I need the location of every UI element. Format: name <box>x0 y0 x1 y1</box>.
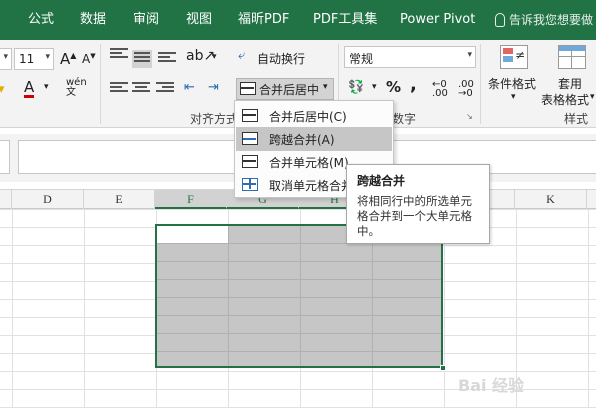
selected-range[interactable] <box>155 224 443 368</box>
format-as-table-label-2[interactable]: 表格格式 <box>541 91 589 108</box>
cell-divider <box>157 279 441 280</box>
fill-color-icon[interactable]: ▾ <box>0 82 5 97</box>
chevron-down-icon[interactable]: ▾ <box>372 82 377 92</box>
chevron-down-icon[interactable]: ▾ <box>590 92 595 102</box>
alignment-group-label: 对齐方式 <box>190 112 239 126</box>
cell-divider <box>157 261 441 262</box>
chevron-down-icon: ▾ <box>45 52 50 62</box>
styles-group-label: 样式 <box>564 112 589 126</box>
chevron-down-icon: ▾ <box>3 52 8 62</box>
chevron-down-icon: ▾ <box>467 50 472 60</box>
cell-divider <box>157 351 441 352</box>
format-as-table-icon <box>558 45 586 69</box>
font-size-combo[interactable]: 11 ▾ <box>14 48 54 70</box>
decrease-indent-icon[interactable]: ⇤ <box>184 80 195 95</box>
merge-center-icon <box>242 109 258 122</box>
cell-divider <box>157 333 441 334</box>
cell-divider <box>372 226 373 366</box>
align-middle-icon[interactable] <box>132 50 152 68</box>
increase-decimal-icon[interactable]: ←0.00 <box>432 80 448 99</box>
cell-divider <box>300 226 301 366</box>
merge-center-button[interactable]: 合并后居中 ▾ <box>236 78 334 100</box>
merge-across-tooltip: 跨越合并 将相同行中的所选单元格合并到一个大单元格中。 <box>346 164 490 244</box>
chevron-down-icon: ▾ <box>323 82 328 92</box>
percent-style-button[interactable]: % <box>386 78 401 96</box>
conditional-format-icon: ≠ <box>500 45 528 69</box>
ribbon-tab-bar: 公式 数据 审阅 视图 福昕PDF PDF工具集 Power Pivot 告诉我… <box>0 0 596 40</box>
tell-me-text: 告诉我您想要做 <box>509 13 594 27</box>
cell-divider <box>157 315 441 316</box>
tab-data[interactable]: 数据 <box>80 0 106 40</box>
column-header-k[interactable]: K <box>515 190 587 209</box>
align-top-icon[interactable] <box>110 48 128 62</box>
number-group-label: 数字 <box>392 112 417 126</box>
decrease-decimal-icon[interactable]: .00 →0 <box>458 80 474 99</box>
wrap-text-icon: ⤶ <box>238 48 246 63</box>
align-center-icon[interactable] <box>132 82 150 96</box>
lightbulb-icon <box>495 13 505 27</box>
font-name-combo[interactable]: ▾ <box>0 48 12 70</box>
align-right-icon[interactable] <box>156 82 174 96</box>
font-color-icon[interactable]: A <box>24 80 35 98</box>
column-header-d[interactable]: D <box>12 190 84 209</box>
chevron-down-icon[interactable]: ▾ <box>511 92 516 102</box>
merge-across-icon <box>242 132 258 145</box>
conditional-format-button[interactable]: 条件格式 <box>488 75 536 92</box>
align-left-icon[interactable] <box>110 82 128 96</box>
unmerge-cells-icon <box>242 178 258 191</box>
comma-style-button[interactable]: , <box>410 74 417 95</box>
tooltip-title: 跨越合并 <box>357 174 406 188</box>
menu-item-merge-across[interactable]: 跨越合并(A) <box>236 127 392 151</box>
menu-item-label: 合并后居中(C) <box>269 110 347 124</box>
tab-review[interactable]: 审阅 <box>133 0 159 40</box>
cell-divider <box>157 297 441 298</box>
watermark-logo: Bai 经验 <box>458 376 525 395</box>
tab-pdf-tools[interactable]: PDF工具集 <box>313 0 377 40</box>
column-header-f[interactable]: F <box>155 190 227 209</box>
column-header-partial[interactable] <box>0 190 12 209</box>
number-format-value: 常规 <box>349 52 374 66</box>
name-box[interactable] <box>0 140 10 174</box>
merge-center-label: 合并后居中 <box>259 83 320 97</box>
merge-cells-icon <box>242 155 258 168</box>
menu-item-merge-center[interactable]: 合并后居中(C) <box>236 104 392 128</box>
dialog-launcher-icon[interactable]: ↘ <box>466 112 473 121</box>
chevron-down-icon[interactable]: ▾ <box>212 52 217 62</box>
align-bottom-icon[interactable] <box>158 52 176 66</box>
tab-formulas[interactable]: 公式 <box>28 0 54 40</box>
cell-divider <box>228 226 229 366</box>
tab-power-pivot[interactable]: Power Pivot <box>400 0 475 40</box>
tell-me-box[interactable]: 告诉我您想要做 <box>495 0 593 40</box>
font-size-value: 11 <box>19 52 35 66</box>
menu-item-label: 合并单元格(M) <box>269 156 349 170</box>
wrap-text-button[interactable]: 自动换行 <box>257 50 305 67</box>
ribbon-divider <box>480 44 481 124</box>
fill-handle[interactable] <box>440 365 446 371</box>
increase-font-icon[interactable]: A▲ <box>60 50 76 68</box>
menu-item-label: 跨越合并(A) <box>269 133 335 147</box>
tooltip-description: 将相同行中的所选单元格合并到一个大单元格中。 <box>357 194 472 238</box>
increase-indent-icon[interactable]: ⇥ <box>208 80 219 95</box>
phonetic-icon[interactable]: wén 文 <box>66 78 87 98</box>
chevron-down-icon[interactable]: ▾ <box>44 82 49 92</box>
accounting-format-icon[interactable]: 💱 <box>348 80 364 95</box>
tab-view[interactable]: 视图 <box>186 0 212 40</box>
active-cell[interactable] <box>157 226 228 243</box>
decrease-font-icon[interactable]: A▼ <box>82 52 96 66</box>
tab-foxit-pdf[interactable]: 福昕PDF <box>238 0 289 40</box>
menu-item-label: 取消单元格合并 <box>269 179 354 193</box>
column-header-e[interactable]: E <box>84 190 155 209</box>
ribbon-divider <box>100 44 101 124</box>
merge-cells-icon <box>240 82 256 95</box>
number-format-combo[interactable]: 常规 ▾ <box>344 46 476 68</box>
orientation-icon[interactable]: ab↗ <box>186 48 215 64</box>
format-as-table-label-1[interactable]: 套用 <box>558 75 582 92</box>
